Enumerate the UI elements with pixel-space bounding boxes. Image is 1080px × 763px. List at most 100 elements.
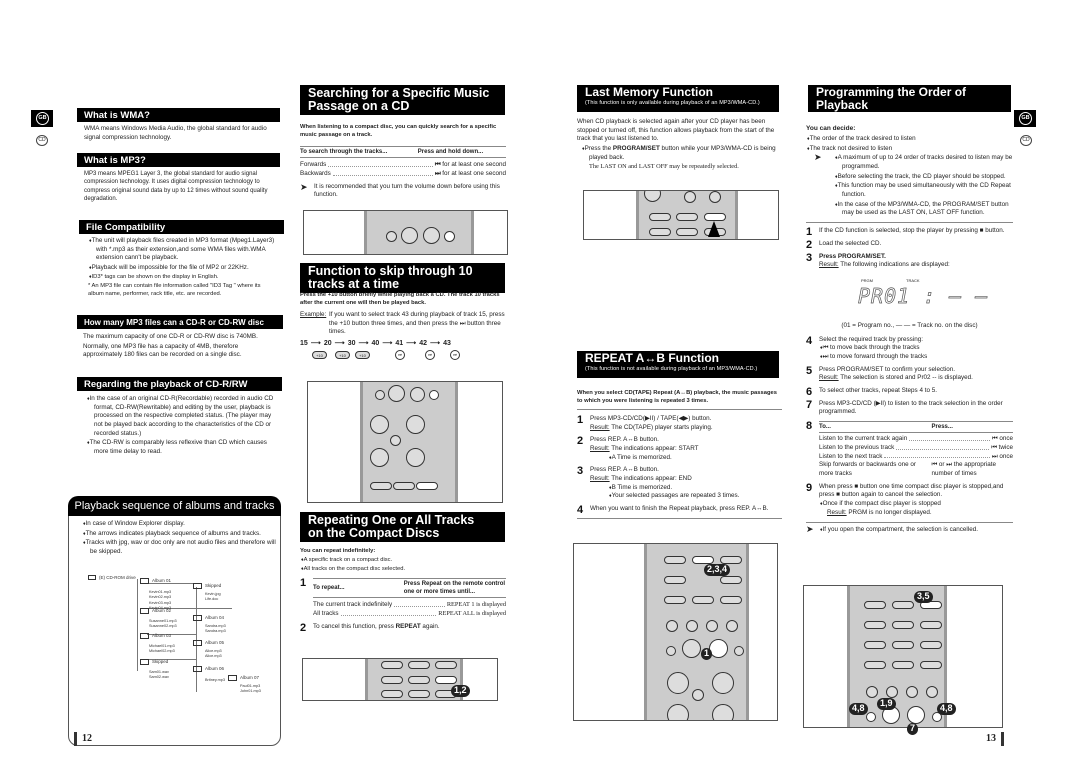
remote-illustration-last-memory	[583, 190, 779, 240]
repeat-ab-heading: REPEAT A↔B Function (This function is no…	[577, 351, 779, 378]
last-memory-bullet: Press the PROGRAM/SET button while your …	[581, 145, 782, 162]
programming-section: You can decide: The order of the track d…	[806, 125, 1013, 535]
prog-step-4: 4Select the required track by pressing:⏮…	[806, 335, 1013, 362]
tree-album-06-files: Britney.mp3	[205, 678, 225, 682]
mp3-text: MP3 means MPEG1 Layer 3, the global stan…	[84, 171, 268, 202]
capacity-text-2: Normally, one MP3 file has a capacity of…	[83, 342, 242, 359]
skip-forward-icon: ⏭	[450, 349, 460, 360]
last-memory-section: When CD playback is selected again after…	[577, 118, 782, 173]
repeat-step-2: 2 To cancel this function, press REPEAT a…	[300, 621, 440, 634]
you-can-decide: You can decide:	[806, 125, 856, 132]
note-arrow-icon: ➤	[814, 152, 822, 163]
tree-skipped-1: Skipped	[193, 583, 221, 589]
sequence-heading: Playback sequence of albums and tracks	[68, 496, 281, 516]
prog-step-9: 9 When press ■ button one time compact di…	[806, 482, 1013, 518]
search-section: When listening to a compact disc, you ca…	[300, 124, 506, 201]
remote-illustration-repeat-ab: 2,3,4 1	[573, 543, 778, 721]
wma-heading: What is WMA?	[77, 108, 280, 122]
decide-item: The track not desired to listen	[806, 145, 1013, 154]
pointer-arrow-icon	[708, 221, 720, 237]
step-badge: 4,8	[849, 703, 868, 715]
skip-back-icon: ⏮	[434, 161, 441, 169]
tree-album-03: Album 03	[140, 633, 171, 639]
search-row-forwards: Forwards ⏮ for at least one second	[300, 161, 506, 169]
repeat-ab-step-1: 1 Press MP3-CD/CD(▶II) / TAPE(◀▶) button.…	[577, 413, 713, 431]
programming-heading: Programming the Order of Playback (This …	[808, 85, 1011, 119]
drive-icon	[88, 575, 96, 581]
cdrw-heading: Regarding the playback of CD-R/RW	[77, 377, 282, 391]
file-compat-bullet: ID3* tags can be shown on the display in…	[88, 274, 277, 282]
tree-album-03-files: Michael01.mp3 Michael02.mp3	[149, 644, 175, 654]
prog-step-3: 3 Press PROGRAM/SET. Result: The following…	[806, 251, 950, 269]
sequence-bullets: In case of Window Explorer display. The …	[82, 520, 277, 558]
decide-item: The order of the track desired to listen	[806, 135, 1013, 144]
step-badge: 1	[701, 648, 713, 660]
tree-album-04: Album 04	[193, 615, 224, 621]
tree-skipped-1-files: Kevin.jpg Life.doc	[205, 592, 221, 602]
note-arrow-icon: ➤	[806, 523, 814, 534]
prog-step-6: 6 To select other tracks, repeat Steps 4 …	[806, 386, 937, 399]
program-display: PRGM TRACK PR01 : — —	[806, 274, 1013, 322]
tree-skipped-2: Skipped	[140, 659, 168, 665]
skip-forward-icon: ⏭	[395, 349, 405, 360]
skip10-section: Press the +10 button briefly while playi…	[300, 292, 506, 363]
repeat-heading: Repeating One or All Tracks on the Compac…	[300, 512, 505, 543]
display-caption: (01 = Program no., — — = Track no. on th…	[841, 321, 978, 329]
plus10-button-icon: +10	[335, 350, 350, 359]
remote-illustration-skip10	[307, 381, 503, 503]
mp3-section: What is MP3? MP3 means MPEG1 Layer 3, th…	[77, 153, 280, 207]
file-compat-bullet: The unit will playback files created in …	[88, 237, 277, 263]
prog-step-7: 7 Press MP3-CD/CD (▶II) to listen to the …	[806, 398, 1003, 416]
cdrw-section: Regarding the playback of CD-R/RW In the…	[77, 377, 282, 458]
step-badge: 2,3,4	[704, 564, 731, 576]
search-row-backwards: Backwards ⏭ for at least one second	[300, 169, 506, 177]
tree-album-05-files: Alice.mp3 Alice.mp3	[205, 649, 222, 659]
repeat-bullet: All tracks on the compact disc selected.	[300, 566, 506, 574]
remote-illustration-programming: 3,5 4,8 1,9 4,8	[803, 585, 1003, 728]
step-badge: 1,2	[451, 685, 470, 697]
plus10-button-icon: +10	[312, 350, 327, 359]
note-arrow-icon: ➤	[300, 181, 308, 192]
step-badge: 1,9	[877, 698, 896, 710]
tree-album-02: Album 02	[140, 608, 171, 614]
file-compat-bullet: Playback will be impossible for the file…	[88, 264, 277, 273]
mp3-heading: What is MP3?	[77, 153, 280, 167]
folder-icon	[140, 633, 149, 639]
display-readout: PR01 : — —	[858, 283, 989, 309]
prog-step-8: 8 To... Press... Listen to the current tr…	[806, 420, 1013, 478]
id3-note: * An MP3 file can contain file informati…	[88, 282, 261, 297]
last-memory-heading: Last Memory Function (This function is o…	[577, 85, 779, 112]
cdrw-bullet: The CD-RW is comparably less reflexive t…	[86, 439, 275, 456]
capacity-section: How many MP3 files can a CD-R or CD-RW d…	[77, 315, 283, 365]
folder-icon	[228, 675, 237, 681]
skip-forward-icon: ⏭	[425, 349, 435, 360]
skip-forward-icon: ⏭	[434, 169, 441, 177]
sequence-bullet: The arrows indicates playback sequence o…	[82, 530, 277, 539]
tree-album-07-files: Paul01.mp3 John01.mp3	[240, 684, 261, 694]
tree-album-06: Album 06	[193, 666, 224, 672]
page-marker	[1001, 732, 1004, 746]
search-intro: When listening to a compact disc, you ca…	[300, 124, 497, 138]
file-compat-heading: File Compatibility	[79, 220, 284, 234]
folder-icon	[193, 615, 202, 621]
programming-notes: ➤ A maximum of up to 24 order of tracks …	[806, 152, 1013, 218]
page-marker	[74, 732, 77, 746]
wma-text: WMA means Windows Media Audio, the globa…	[84, 125, 267, 141]
folder-icon	[140, 659, 149, 665]
step-badge: 7	[907, 723, 919, 735]
repeat-row-all: All tracks REPEAT ALL is displayed	[313, 610, 506, 618]
repeat-intro: You can repeat indefinitely:	[300, 548, 376, 554]
file-compat-section: File Compatibility The unit will playbac…	[79, 220, 284, 300]
disc-icon: CD	[1020, 135, 1032, 146]
search-note: ➤ It is recommended that you turn the vol…	[300, 181, 500, 199]
repeat-ab-step-2: 2 Press REP. A↔B button. Result: The indic…	[577, 435, 782, 462]
step-badge: 3,5	[914, 591, 933, 603]
folder-icon	[193, 583, 202, 589]
repeat-bullet: A specific track on a compact disc.	[300, 557, 506, 565]
skip10-intro: Press the +10 button briefly while playi…	[300, 292, 500, 306]
plus10-button-icon: +10	[355, 350, 370, 359]
tree-drive: (E) CD-ROM drive	[88, 575, 136, 581]
skip10-heading: Function to skip through 10 tracks at a t…	[300, 263, 505, 294]
page-number-left: 12	[82, 733, 92, 744]
repeat-step-1: 1 To repeat... Press Repeat on the remote…	[300, 576, 506, 618]
